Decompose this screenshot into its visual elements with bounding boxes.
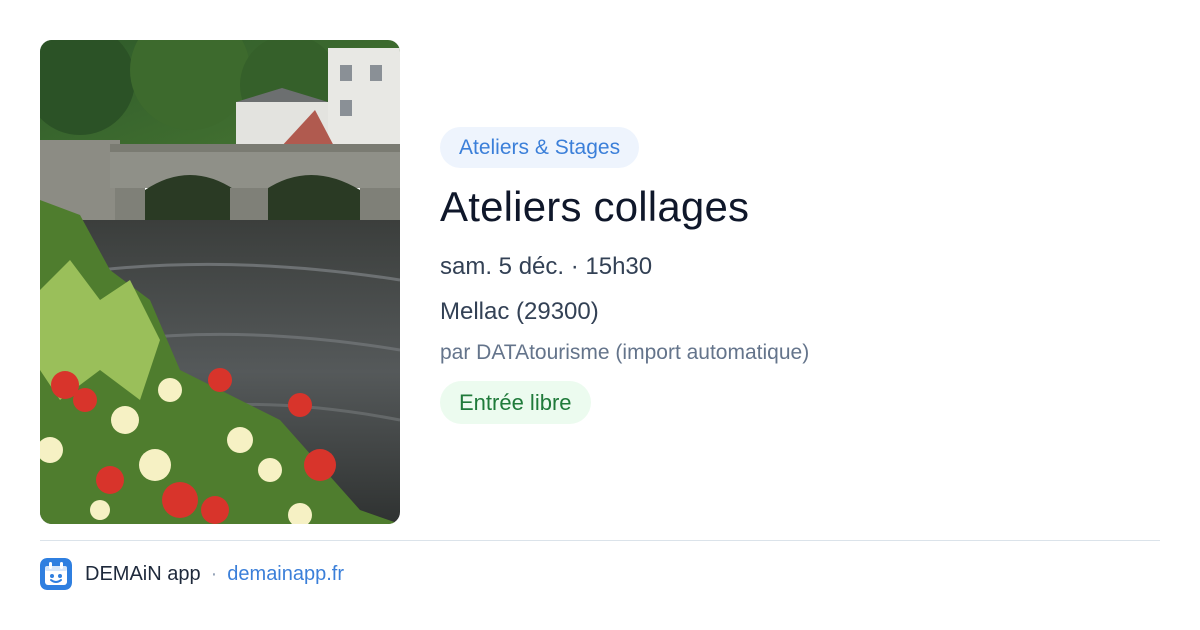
demain-app-logo-icon [40, 558, 72, 590]
event-title: Ateliers collages [440, 183, 750, 230]
photo-river-bridge-flowers-icon [40, 40, 400, 524]
event-source: par DATAtourisme (import automatique) [440, 341, 810, 365]
footer: DEMAiN app · demainapp.fr [40, 557, 344, 591]
footer-separator: · [210, 562, 218, 585]
event-photo [40, 40, 400, 524]
app-url-link[interactable]: demainapp.fr [227, 563, 344, 586]
footer-divider [40, 540, 1160, 541]
event-card[interactable]: Ateliers & Stages Ateliers collages sam.… [0, 0, 1200, 630]
category-badge[interactable]: Ateliers & Stages [440, 127, 640, 168]
event-location: Mellac (29300) [440, 298, 599, 326]
price-badge: Entrée libre [440, 381, 591, 425]
event-datetime: sam. 5 déc. · 15h30 [440, 253, 653, 281]
event-info: Ateliers & Stages Ateliers collages sam.… [440, 127, 1160, 425]
app-name: DEMAiN app [85, 562, 201, 585]
